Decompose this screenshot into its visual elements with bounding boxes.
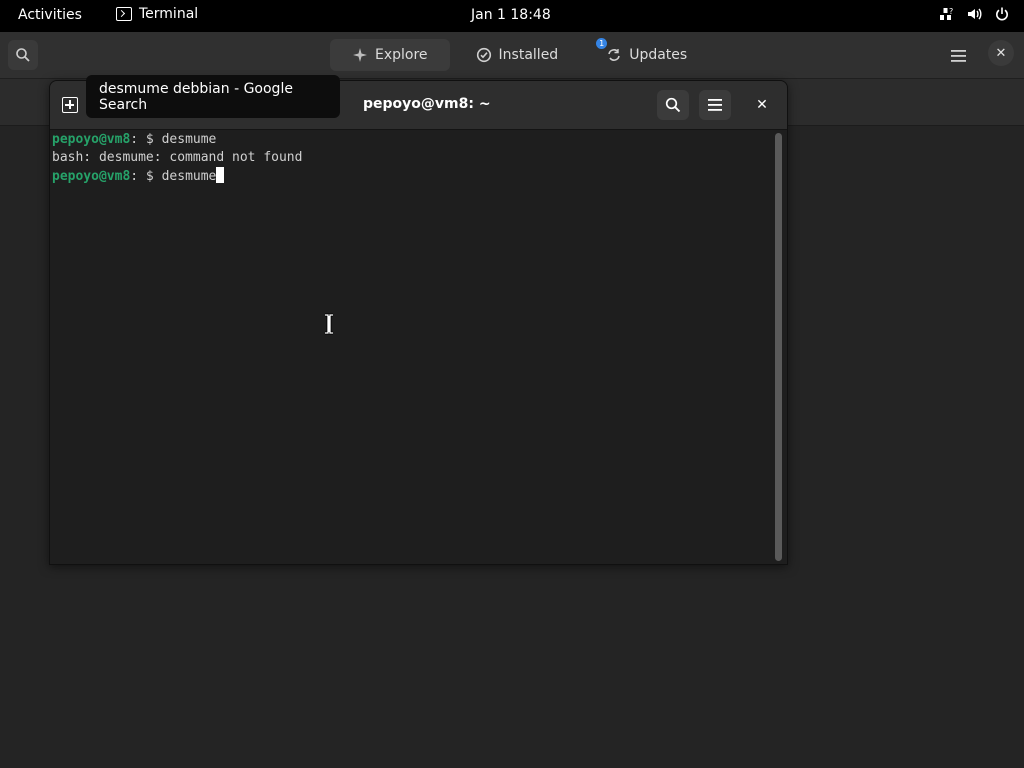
prompt-user: pepoyo@vm8 bbox=[52, 132, 131, 147]
terminal-output[interactable]: pepoyo@vm8: $ desmume bash: desmume: com… bbox=[52, 131, 772, 561]
terminal-icon bbox=[116, 7, 132, 21]
tab-installed-label: Installed bbox=[498, 47, 559, 63]
terminal-menu-button[interactable] bbox=[699, 90, 731, 120]
close-icon[interactable]: ✕ bbox=[988, 40, 1014, 66]
search-icon bbox=[16, 48, 30, 62]
terminal-title: pepoyo@vm8: ~ bbox=[363, 96, 491, 112]
prompt-command: : $ desmume bbox=[130, 169, 217, 184]
terminal-line: pepoyo@vm8: $ desmume bbox=[52, 131, 772, 149]
terminal-line: pepoyo@vm8: $ desmume bbox=[52, 167, 772, 185]
tab-installed[interactable]: Installed bbox=[454, 39, 581, 71]
svg-text:?: ? bbox=[949, 7, 953, 16]
window-tooltip: desmume debbian - Google Search bbox=[86, 75, 340, 118]
app-name: Terminal bbox=[139, 6, 199, 22]
activities-button[interactable]: Activities bbox=[18, 7, 82, 23]
app-menu[interactable]: Terminal bbox=[116, 6, 198, 22]
search-button[interactable] bbox=[8, 40, 38, 70]
hamburger-menu-icon bbox=[708, 99, 722, 111]
text-cursor bbox=[216, 167, 225, 183]
prompt-user: pepoyo@vm8 bbox=[52, 169, 131, 184]
terminal-scrollbar[interactable] bbox=[775, 133, 782, 561]
network-question-icon[interactable]: ? bbox=[938, 6, 954, 22]
clock[interactable]: Jan 1 18:48 bbox=[471, 7, 551, 23]
terminal-line: bash: desmume: command not found bbox=[52, 149, 772, 167]
check-circle-icon bbox=[476, 47, 491, 63]
hamburger-menu-icon[interactable] bbox=[950, 48, 968, 67]
software-header: Explore Installed 1 Updates ✕ bbox=[0, 32, 1024, 79]
tab-explore[interactable]: Explore bbox=[330, 39, 450, 71]
top-bar: Activities Terminal Jan 1 18:48 ? bbox=[0, 0, 1024, 32]
sparkle-icon bbox=[353, 48, 367, 62]
terminal-close-icon[interactable]: ✕ bbox=[750, 93, 774, 117]
software-tabs: Explore Installed 1 Updates bbox=[330, 38, 709, 71]
volume-icon[interactable] bbox=[966, 6, 982, 22]
power-icon[interactable] bbox=[994, 6, 1010, 22]
tab-updates-label: Updates bbox=[629, 47, 688, 63]
refresh-icon bbox=[608, 49, 620, 61]
ibeam-cursor-icon bbox=[323, 313, 335, 339]
system-tray[interactable]: ? bbox=[938, 6, 1010, 22]
prompt-command: : $ desmume bbox=[130, 132, 217, 147]
tab-updates[interactable]: 1 Updates bbox=[584, 38, 709, 71]
tooltip-text: desmume debbian - Google Search bbox=[99, 80, 293, 113]
output-text: bash: desmume: command not found bbox=[52, 150, 303, 165]
terminal-search-button[interactable] bbox=[657, 90, 689, 120]
search-icon bbox=[665, 97, 681, 113]
tab-explore-label: Explore bbox=[375, 47, 428, 63]
new-tab-icon[interactable] bbox=[62, 97, 78, 113]
terminal-window[interactable]: pepoyo@vm8: ~ ✕ pepoyo@vm8: $ desmume ba… bbox=[49, 80, 788, 565]
